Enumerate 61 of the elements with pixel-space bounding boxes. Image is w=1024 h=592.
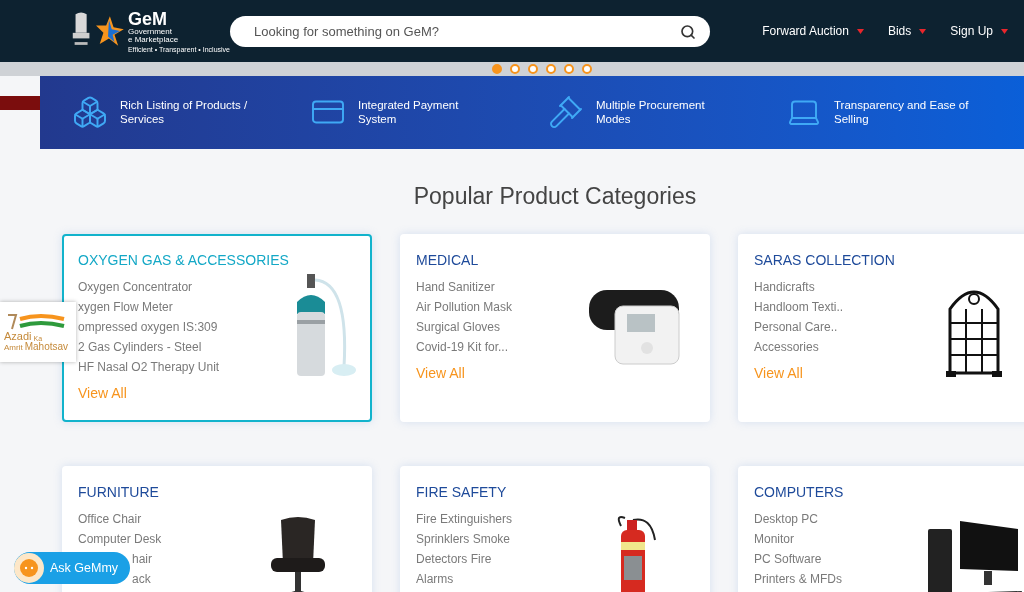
caret-icon — [856, 28, 864, 34]
category-title[interactable]: FIRE SAFETY — [416, 481, 576, 503]
category-link[interactable]: PC Software — [754, 548, 822, 569]
category-title[interactable]: OXYGEN GAS & ACCESSORIES — [78, 249, 289, 271]
category-card[interactable]: MEDICAL Hand Sanitizer Air Pollution Mask Surgical Gloves Covid-19 Kit for... View All — [400, 233, 710, 422]
feature-label: Integrated Payment System — [358, 98, 460, 126]
badge-text: Azadi — [4, 330, 32, 342]
category-link[interactable]: Accessories — [754, 336, 819, 357]
search-field[interactable]: Looking for something on GeM? — [230, 15, 710, 47]
category-title[interactable]: MEDICAL — [416, 249, 576, 271]
caret-icon — [1001, 28, 1008, 34]
category-link[interactable]: Covid-19 Kit for... — [416, 336, 509, 357]
section-title: Popular Product Categories — [412, 182, 698, 211]
category-title[interactable]: SARAS COLLECTION — [754, 249, 914, 271]
gavel-icon — [548, 94, 584, 130]
category-link[interactable]: Fire Extinguishers — [416, 508, 513, 529]
category-link[interactable]: Handicrafts — [754, 276, 815, 297]
category-link[interactable]: Oxygen Concentrator — [78, 276, 193, 297]
category-link[interactable]: Hand Sanitizer — [416, 276, 495, 297]
category-card[interactable]: SARAS COLLECTION Handicrafts Handloom Texti.. Personal Care.. Accessories View All — [738, 233, 1024, 422]
category-link[interactable]: 2 Gas Cylinders - Steel — [78, 336, 202, 357]
nav-menu[interactable]: Sign Up — [950, 22, 1008, 40]
category-link[interactable]: Surgical Gloves — [416, 316, 501, 337]
category-title[interactable]: FURNITURE — [78, 481, 238, 503]
view-all-link[interactable]: View All — [416, 362, 465, 384]
nav-menu[interactable]: Forward Auction — [762, 22, 864, 40]
category-link[interactable]: Alarms — [416, 568, 454, 589]
category-link[interactable]: Printers & MFDs — [754, 568, 842, 589]
nav-menu[interactable]: Bids — [887, 22, 927, 40]
feature-label: Rich Listing of Products / Services — [120, 98, 249, 126]
view-all-link[interactable]: View All — [754, 362, 803, 384]
category-link[interactable]: Personal Care.. — [754, 316, 838, 337]
search-icon[interactable] — [680, 23, 696, 40]
category-title[interactable]: COMPUTERS — [754, 481, 914, 503]
logo-subtitle: Government — [127, 27, 173, 36]
category-link[interactable]: Monitor — [754, 528, 794, 549]
feature-label: Transparency and Ease of Selling — [834, 98, 970, 126]
logo-subtitle: e Marketplace — [127, 35, 180, 44]
category-link[interactable]: hair — [132, 548, 152, 569]
category-link[interactable]: Air Pollution Mask — [416, 296, 513, 317]
caret-icon — [919, 28, 927, 34]
assistant-avatar-icon — [14, 553, 44, 583]
category-link[interactable]: Desktop PC — [754, 508, 819, 529]
feature-label: Multiple Procurement Modes — [596, 98, 706, 126]
ask-gemmy-chat-button[interactable]: Ask GeMmy — [14, 552, 131, 584]
category-link[interactable]: HF Nasal O2 Therapy Unit — [78, 356, 220, 377]
boxes-icon — [72, 94, 108, 130]
category-link[interactable]: ompressed oxygen IS:309 — [78, 316, 218, 337]
category-card[interactable]: COMPUTERS Desktop PC Monitor PC Software Printers & MFDs — [738, 465, 1024, 592]
category-link[interactable]: Office Chair — [78, 508, 142, 529]
logo-name: GeM — [127, 9, 168, 28]
category-link[interactable]: Handloom Texti.. — [754, 296, 844, 317]
category-link[interactable]: Computer Desk — [78, 528, 162, 549]
category-card[interactable]: FIRE SAFETY Fire Extinguishers Sprinklers Smoke Detectors Fire Alarms — [400, 465, 710, 592]
badge-text: Amrit — [4, 343, 23, 352]
view-all-link[interactable]: View All — [78, 382, 127, 404]
category-link[interactable]: xygen Flow Meter — [78, 296, 173, 317]
category-link[interactable]: Detectors Fire — [416, 548, 492, 569]
banner-edge — [0, 96, 40, 110]
category-link[interactable]: Sprinklers Smoke — [416, 528, 511, 549]
category-link[interactable]: ack — [132, 568, 151, 589]
